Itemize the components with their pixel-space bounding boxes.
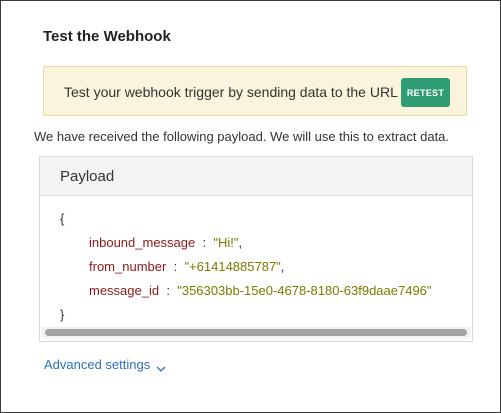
field-key: message_id	[89, 283, 160, 298]
field-value: "+61414885787"	[184, 259, 281, 274]
payload-field: inbound_message : "Hi!",	[60, 231, 432, 255]
close-brace: }	[60, 307, 65, 322]
payload-code: { inbound_message : "Hi!", from_number :…	[60, 207, 432, 327]
payload-field: message_id : "356303bb-15e0-4678-8180-63…	[60, 279, 432, 303]
payload-panel: Payload { inbound_message : "Hi!", from_…	[39, 156, 473, 342]
chevron-down-icon	[156, 361, 166, 372]
field-value: "Hi!"	[213, 235, 239, 250]
scrollbar-thumb[interactable]	[45, 329, 467, 336]
field-trail: ,	[238, 235, 243, 250]
webhook-test-panel: Test the Webhook Test your webhook trigg…	[0, 0, 501, 413]
received-message: We have received the following payload. …	[34, 129, 450, 144]
payload-field: from_number : "+61414885787",	[60, 255, 432, 279]
payload-title: Payload	[60, 168, 115, 185]
advanced-settings-toggle[interactable]: Advanced settings	[44, 357, 166, 372]
field-trail: ,	[280, 259, 285, 274]
horizontal-scrollbar[interactable]	[42, 327, 470, 338]
test-notice: Test your webhook trigger by sending dat…	[43, 66, 467, 116]
payload-header: Payload	[40, 157, 472, 196]
field-key: inbound_message	[89, 235, 196, 250]
retest-button[interactable]: RETEST	[401, 78, 450, 107]
field-value: "356303bb-15e0-4678-8180-63f9daae7496"	[177, 283, 432, 298]
panel-title: Test the Webhook	[43, 28, 171, 45]
open-brace: {	[60, 211, 65, 226]
advanced-settings-label: Advanced settings	[44, 357, 151, 372]
field-key: from_number	[89, 259, 167, 274]
notice-text: Test your webhook trigger by sending dat…	[64, 84, 398, 100]
